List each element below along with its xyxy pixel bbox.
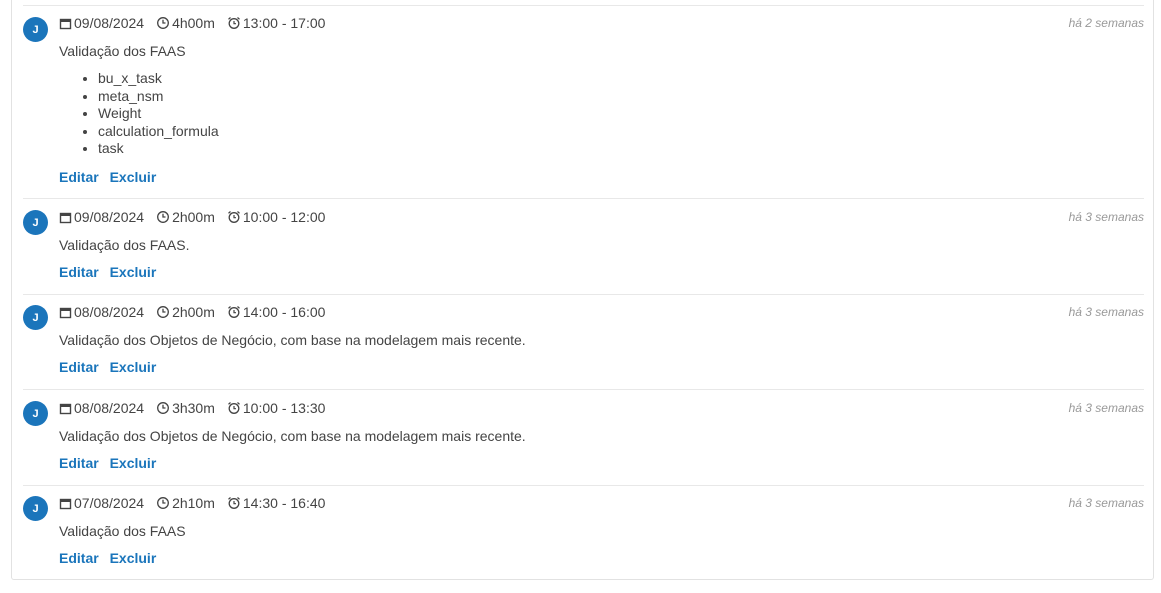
entry-actions: Editar Excluir xyxy=(59,359,163,375)
entry-time-range: 14:00 - 16:00 xyxy=(242,304,326,320)
alarm-clock-icon xyxy=(227,211,240,223)
delete-link[interactable]: Excluir xyxy=(110,455,157,471)
avatar: J xyxy=(23,496,48,521)
clock-icon xyxy=(157,497,170,509)
delete-link[interactable]: Excluir xyxy=(110,264,157,280)
clock-icon xyxy=(157,402,170,414)
entry-meta: 07/08/2024 2h10m 14:30 - 16:40 xyxy=(59,494,337,512)
calendar-icon xyxy=(59,498,72,509)
list-item: bu_x_task xyxy=(98,70,219,88)
list-item: calculation_formula xyxy=(98,123,219,141)
delete-link[interactable]: Excluir xyxy=(110,359,157,375)
entry-actions: Editar Excluir xyxy=(59,264,163,280)
avatar: J xyxy=(23,17,48,42)
list-item: task xyxy=(98,140,219,158)
list-item: J 09/08/2024 2h00m 10:00 - 12:00 há 3 se… xyxy=(23,198,1144,294)
entry-description: Validação dos Objetos de Negócio, com ba… xyxy=(59,332,526,348)
entry-time-range: 10:00 - 13:30 xyxy=(242,400,326,416)
entry-date: 07/08/2024 xyxy=(74,495,145,511)
entry-actions: Editar Excluir xyxy=(59,455,163,471)
entry-meta: 08/08/2024 2h00m 14:00 - 16:00 xyxy=(59,303,337,321)
entry-date: 08/08/2024 xyxy=(74,304,145,320)
entry-duration: 3h30m xyxy=(172,400,215,416)
alarm-clock-icon xyxy=(227,402,240,414)
entry-relative-time: há 3 semanas xyxy=(1068,305,1144,319)
alarm-clock-icon xyxy=(227,306,240,318)
entry-time-range: 10:00 - 12:00 xyxy=(242,209,326,225)
list-item: meta_nsm xyxy=(98,88,219,106)
edit-link[interactable]: Editar xyxy=(59,264,99,280)
clock-icon xyxy=(157,306,170,318)
entry-meta: 08/08/2024 3h30m 10:00 - 13:30 xyxy=(59,399,337,417)
avatar: J xyxy=(23,305,48,330)
list-item: J 08/08/2024 2h00m 14:00 - 16:00 há 3 se… xyxy=(23,294,1144,390)
entry-date: 08/08/2024 xyxy=(74,400,145,416)
edit-link[interactable]: Editar xyxy=(59,359,99,375)
entry-date: 09/08/2024 xyxy=(74,209,145,225)
entry-description: Validação dos FAAS xyxy=(59,523,186,539)
entry-time-range: 13:00 - 17:00 xyxy=(242,15,326,31)
alarm-clock-icon xyxy=(227,17,240,29)
entry-actions: Editar Excluir xyxy=(59,550,163,566)
entry-meta: 09/08/2024 4h00m 13:00 - 17:00 xyxy=(59,14,337,32)
entry-duration: 2h10m xyxy=(172,495,215,511)
entry-time-range: 14:30 - 16:40 xyxy=(242,495,326,511)
entry-relative-time: há 3 semanas xyxy=(1068,496,1144,510)
delete-link[interactable]: Excluir xyxy=(110,169,157,185)
clock-icon xyxy=(157,17,170,29)
entry-relative-time: há 2 semanas xyxy=(1068,16,1144,30)
calendar-icon xyxy=(59,212,72,223)
list-item: J 09/08/2024 4h00m 13:00 - 17:00 há 2 se… xyxy=(23,5,1144,198)
calendar-icon xyxy=(59,403,72,414)
edit-link[interactable]: Editar xyxy=(59,550,99,566)
timesheet-panel: J 09/08/2024 4h00m 13:00 - 17:00 há 2 se… xyxy=(11,0,1154,580)
edit-link[interactable]: Editar xyxy=(59,169,99,185)
alarm-clock-icon xyxy=(227,497,240,509)
entry-duration: 4h00m xyxy=(172,15,215,31)
list-item: J 07/08/2024 2h10m 14:30 - 16:40 há 3 se… xyxy=(23,485,1144,579)
list-item: J 08/08/2024 3h30m 10:00 - 13:30 há 3 se… xyxy=(23,389,1144,485)
avatar: J xyxy=(23,401,48,426)
entry-actions: Editar Excluir xyxy=(59,169,163,185)
entry-description: Validação dos Objetos de Negócio, com ba… xyxy=(59,428,526,444)
delete-link[interactable]: Excluir xyxy=(110,550,157,566)
entry-description: Validação dos FAAS. xyxy=(59,237,190,253)
entry-description: Validação dos FAAS xyxy=(59,43,186,59)
edit-link[interactable]: Editar xyxy=(59,455,99,471)
entry-date: 09/08/2024 xyxy=(74,15,145,31)
clock-icon xyxy=(157,211,170,223)
list-item: Weight xyxy=(98,105,219,123)
avatar: J xyxy=(23,210,48,235)
entry-relative-time: há 3 semanas xyxy=(1068,401,1144,415)
entry-relative-time: há 3 semanas xyxy=(1068,210,1144,224)
calendar-icon xyxy=(59,18,72,29)
entry-duration: 2h00m xyxy=(172,304,215,320)
entry-meta: 09/08/2024 2h00m 10:00 - 12:00 xyxy=(59,208,337,226)
calendar-icon xyxy=(59,307,72,318)
entry-duration: 2h00m xyxy=(172,209,215,225)
entry-item-list: bu_x_task meta_nsm Weight calculation_fo… xyxy=(59,70,219,158)
